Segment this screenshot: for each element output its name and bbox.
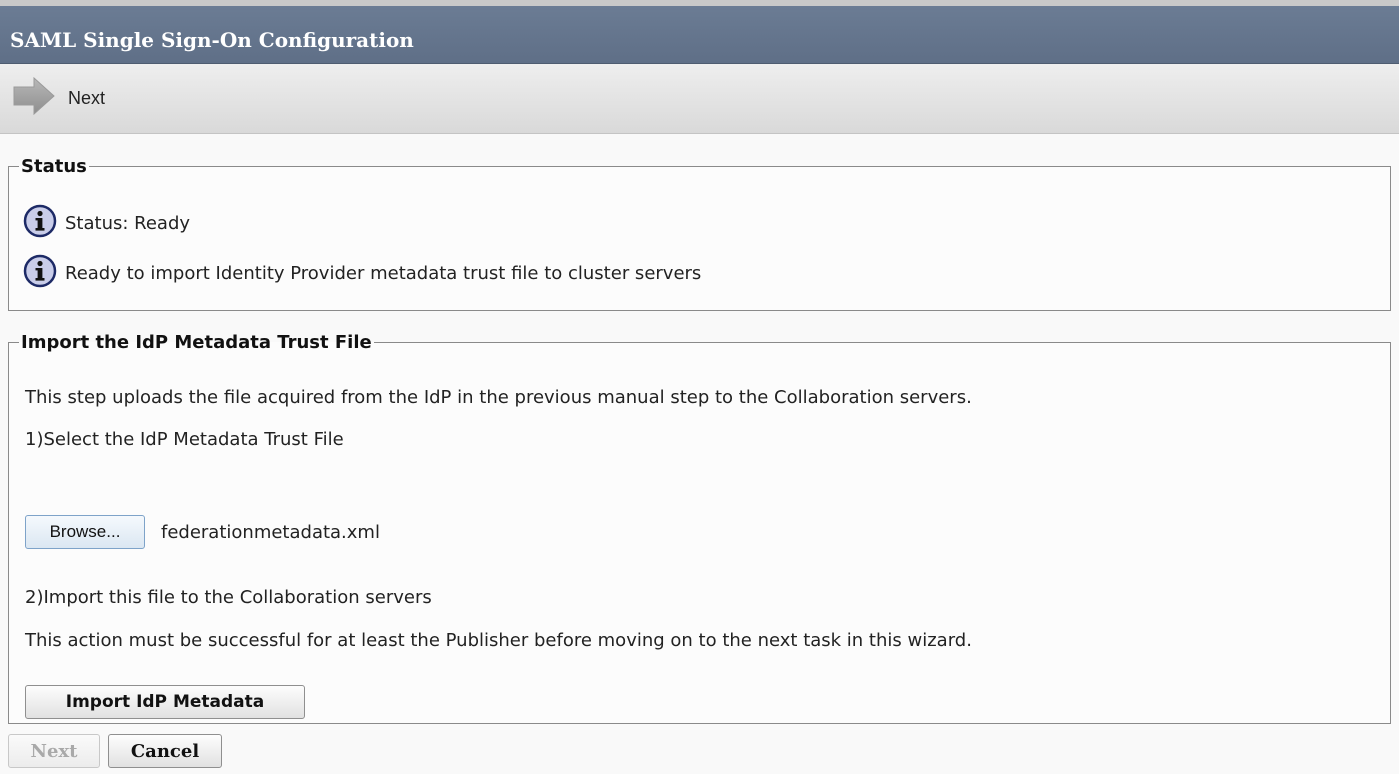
toolbar-next-label: Next bbox=[68, 87, 106, 108]
info-icon bbox=[23, 254, 57, 292]
status-section: Status Status: Ready Ready to import Ide… bbox=[8, 156, 1391, 311]
import-idp-metadata-button[interactable]: Import IdP Metadata bbox=[25, 685, 305, 719]
status-legend: Status bbox=[21, 156, 87, 177]
import-note: This action must be successful for at le… bbox=[25, 630, 972, 651]
toolbar-next-button[interactable]: Next bbox=[12, 76, 106, 120]
import-legend: Import the IdP Metadata Trust File bbox=[21, 332, 372, 353]
title-bar: SAML Single Sign-On Configuration bbox=[0, 6, 1399, 64]
selected-file-name: federationmetadata.xml bbox=[161, 522, 380, 543]
step2-label: 2)Import this file to the Collaboration … bbox=[25, 587, 432, 608]
status-message: Status: Ready bbox=[23, 204, 191, 242]
step1-label: 1)Select the IdP Metadata Trust File bbox=[25, 429, 344, 450]
import-description: This step uploads the file acquired from… bbox=[25, 387, 972, 408]
browse-button[interactable]: Browse... bbox=[25, 515, 145, 549]
status-message: Ready to import Identity Provider metada… bbox=[23, 254, 702, 292]
status-message-text: Status: Ready bbox=[65, 212, 191, 234]
status-message-text: Ready to import Identity Provider metada… bbox=[65, 262, 702, 284]
info-icon bbox=[23, 204, 57, 242]
next-button[interactable]: Next bbox=[8, 734, 100, 768]
cancel-button[interactable]: Cancel bbox=[108, 734, 222, 768]
arrow-right-icon bbox=[12, 76, 56, 120]
import-section: Import the IdP Metadata Trust File This … bbox=[8, 332, 1391, 724]
page-title: SAML Single Sign-On Configuration bbox=[10, 28, 414, 52]
toolbar: Next bbox=[0, 64, 1399, 134]
